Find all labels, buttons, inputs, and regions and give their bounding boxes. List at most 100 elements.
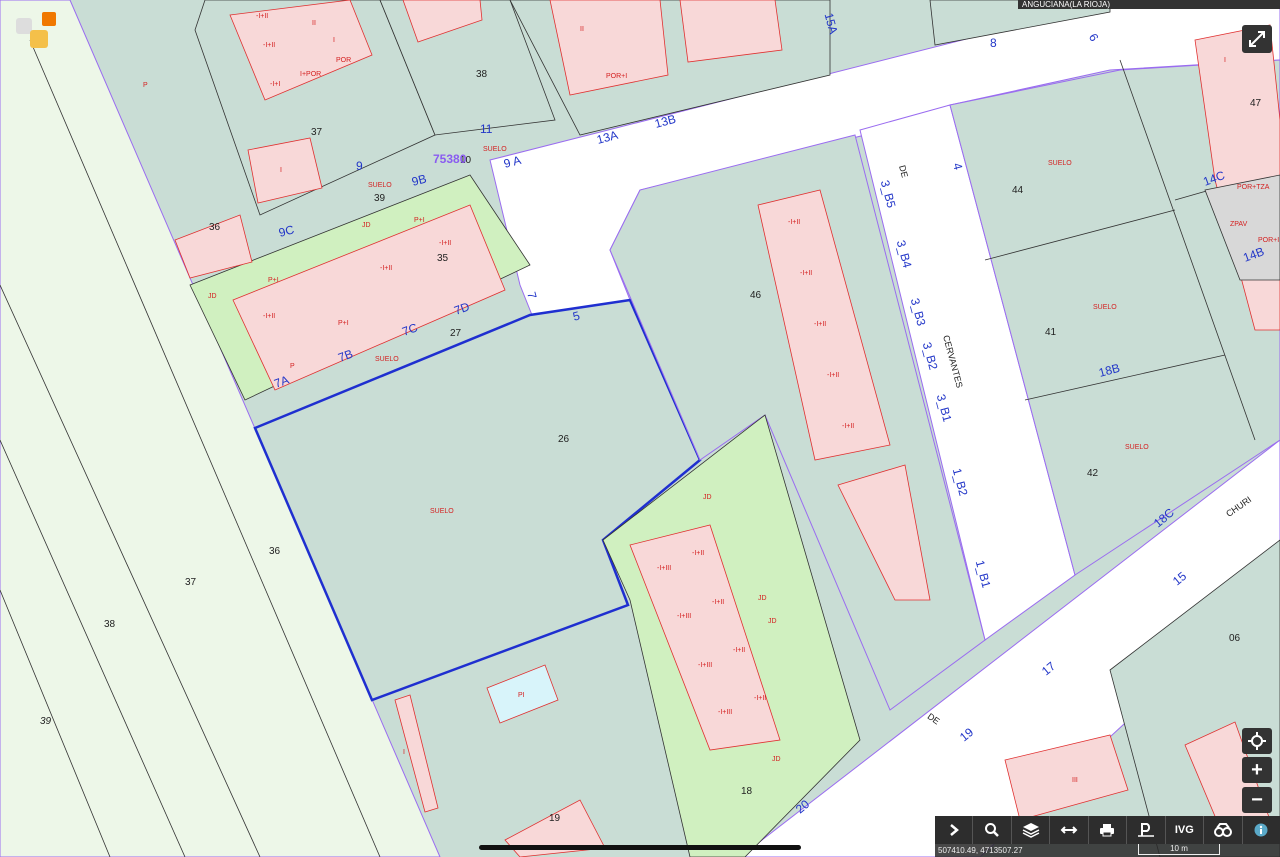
parcel-number: 37 bbox=[311, 127, 323, 138]
parcel-number: 41 bbox=[1045, 327, 1057, 338]
parcel-number: 47 bbox=[1250, 98, 1262, 109]
use-code: ZPAV bbox=[1230, 221, 1248, 228]
use-code: SUELO bbox=[483, 146, 507, 153]
use-code: -I+II bbox=[256, 13, 268, 20]
use-code: SUELO bbox=[375, 356, 399, 363]
use-code: JD bbox=[768, 618, 777, 625]
use-code: JD bbox=[772, 756, 781, 763]
scale-bar: 10 m bbox=[1138, 844, 1220, 855]
layers-button[interactable] bbox=[1012, 816, 1051, 844]
use-code: PI bbox=[518, 692, 525, 699]
binoculars-icon bbox=[1213, 823, 1232, 837]
parcel-number: 38 bbox=[476, 69, 488, 80]
plus-icon: + bbox=[1251, 758, 1263, 781]
toolbar-toggle-button[interactable] bbox=[935, 816, 974, 844]
locate-icon bbox=[1248, 732, 1266, 750]
use-code: POR+I bbox=[1258, 237, 1279, 244]
app-logo[interactable] bbox=[16, 12, 56, 50]
use-code: JD bbox=[758, 595, 767, 602]
use-code: SUELO bbox=[1125, 444, 1149, 451]
use-code: POR+I bbox=[606, 73, 627, 80]
parcel-number: 36 bbox=[209, 222, 221, 233]
minus-icon: − bbox=[1251, 788, 1263, 811]
use-code: P bbox=[290, 363, 295, 370]
bottom-toolbar: IVG bbox=[935, 816, 1280, 844]
use-code: -I+II bbox=[712, 599, 724, 606]
use-code: POR bbox=[336, 57, 351, 64]
use-code: I+POR bbox=[300, 71, 321, 78]
measure-icon bbox=[1060, 826, 1078, 834]
parcel-number: 18 bbox=[741, 786, 753, 797]
use-code: -I+III bbox=[657, 565, 671, 572]
print-icon bbox=[1100, 824, 1115, 837]
use-code: P+I bbox=[414, 217, 425, 224]
parking-icon bbox=[1137, 823, 1154, 837]
use-code: -I+II bbox=[842, 423, 854, 430]
use-code: -I+II bbox=[439, 240, 451, 247]
search-icon bbox=[985, 823, 1000, 837]
address-number: 9 bbox=[356, 159, 363, 173]
parcel-number: 19 bbox=[549, 813, 561, 824]
cadastral-map[interactable]: 37 38 39 10 36 35 27 46 26 44 41 42 47 3… bbox=[0, 0, 1280, 857]
use-code: JD bbox=[208, 293, 217, 300]
layers-icon bbox=[1022, 823, 1039, 838]
use-code: I bbox=[1224, 57, 1226, 64]
parcel-number: 35 bbox=[437, 253, 449, 264]
parking-button[interactable] bbox=[1127, 816, 1166, 844]
expand-icon bbox=[1249, 31, 1265, 47]
use-code: I bbox=[403, 749, 405, 756]
use-code: JD bbox=[703, 494, 712, 501]
use-code: -I+II bbox=[788, 219, 800, 226]
logo-icon bbox=[16, 12, 56, 48]
use-code: SUELO bbox=[368, 182, 392, 189]
fullscreen-button[interactable] bbox=[1242, 25, 1272, 53]
parcel-number: 26 bbox=[558, 434, 570, 445]
use-code: -I+II bbox=[800, 270, 812, 277]
view-button[interactable] bbox=[1204, 816, 1243, 844]
location-bar: ANGUCIANA(LA RIOJA) bbox=[1018, 0, 1280, 9]
use-code: -I+II bbox=[263, 313, 275, 320]
use-code: -I+II bbox=[380, 265, 392, 272]
use-code: SUELO bbox=[430, 508, 454, 515]
use-code: P bbox=[143, 82, 148, 89]
chevron-right-icon bbox=[949, 824, 959, 836]
use-code: II bbox=[312, 20, 316, 27]
coordinate-readout: 507410.49, 4713507.27 bbox=[935, 844, 1280, 857]
zoom-out-button[interactable]: − bbox=[1242, 787, 1272, 813]
info-icon bbox=[1254, 823, 1268, 837]
use-code: III bbox=[1072, 777, 1078, 784]
use-code: II bbox=[580, 26, 584, 33]
use-code: -I+III bbox=[677, 613, 691, 620]
location-label: ANGUCIANA(LA RIOJA) bbox=[1022, 0, 1111, 9]
use-code: P+I bbox=[338, 320, 349, 327]
parcel-number: 38 bbox=[104, 619, 116, 630]
parcel-ref: 75380 bbox=[433, 152, 467, 166]
use-code: -I+II bbox=[754, 695, 766, 702]
use-code: -I+II bbox=[814, 321, 826, 328]
parcel-number: 46 bbox=[750, 290, 762, 301]
ivg-icon: IVG bbox=[1174, 824, 1194, 836]
use-code: JD bbox=[362, 222, 371, 229]
search-button[interactable] bbox=[973, 816, 1012, 844]
use-code: I bbox=[280, 167, 282, 174]
parcel-number: 36 bbox=[269, 546, 281, 557]
locate-button[interactable] bbox=[1242, 728, 1272, 754]
use-code: -I+II bbox=[827, 372, 839, 379]
parcel-number: 37 bbox=[185, 577, 197, 588]
parcel-number: 27 bbox=[450, 328, 462, 339]
home-indicator bbox=[479, 845, 801, 850]
parcel-number: 06 bbox=[1229, 633, 1241, 644]
ivg-button[interactable]: IVG bbox=[1166, 816, 1205, 844]
scale-label: 10 m bbox=[1170, 844, 1188, 853]
parcel-number: 42 bbox=[1087, 468, 1099, 479]
use-code: -I+I bbox=[270, 81, 280, 88]
print-button[interactable] bbox=[1089, 816, 1128, 844]
use-code: -I+III bbox=[698, 662, 712, 669]
info-button[interactable] bbox=[1243, 816, 1280, 844]
use-code: POR+TZA bbox=[1237, 184, 1270, 191]
zoom-in-button[interactable]: + bbox=[1242, 757, 1272, 783]
address-number: 11 bbox=[480, 122, 493, 136]
use-code: SUELO bbox=[1093, 304, 1117, 311]
use-code: SUELO bbox=[1048, 160, 1072, 167]
measure-button[interactable] bbox=[1050, 816, 1089, 844]
